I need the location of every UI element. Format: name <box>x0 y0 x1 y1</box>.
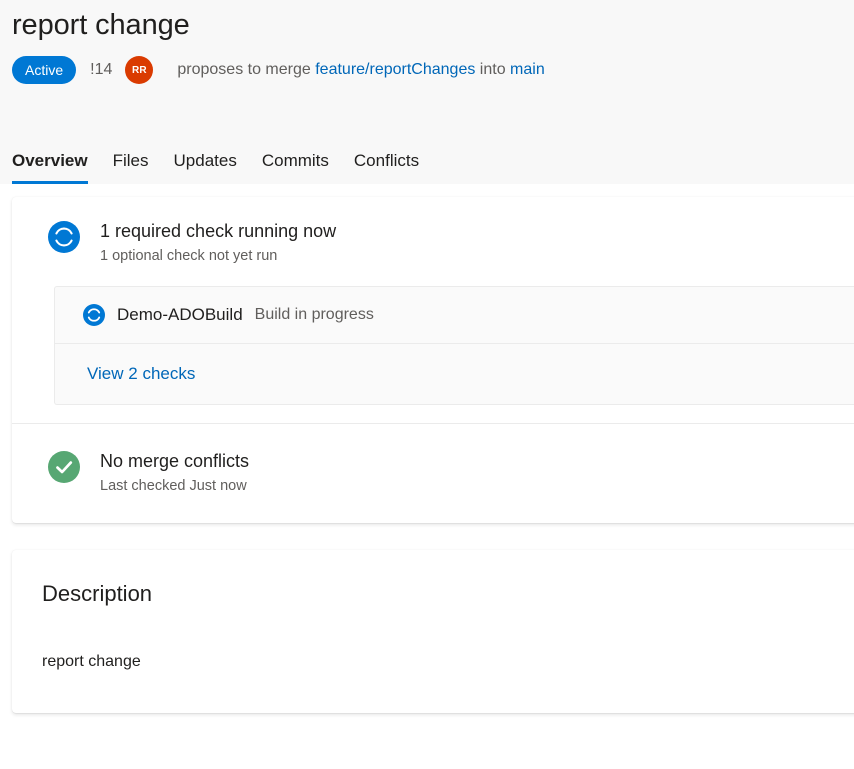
status-badge: Active <box>12 56 76 84</box>
tab-commits[interactable]: Commits <box>262 151 329 184</box>
check-name: Demo-ADOBuild <box>117 304 243 326</box>
description-heading: Description <box>12 580 854 608</box>
status-card: 1 required check running now 1 optional … <box>12 197 854 523</box>
page-title: report change <box>12 0 854 42</box>
source-branch-link[interactable]: feature/reportChanges <box>315 61 475 78</box>
pull-request-id: !14 <box>90 61 112 79</box>
check-state: Build in progress <box>255 304 374 326</box>
checks-summary-row: 1 required check running now 1 optional … <box>12 219 854 266</box>
merge-infix-text: into <box>480 61 506 78</box>
merge-conflicts-text: No merge conflicts Last checked Just now <box>100 449 249 496</box>
merge-prefix-text: proposes to merge <box>177 61 310 78</box>
checks-secondary-text: 1 optional check not yet run <box>100 246 336 266</box>
checks-section: 1 required check running now 1 optional … <box>12 197 854 423</box>
running-check-icon <box>48 221 80 253</box>
tab-updates[interactable]: Updates <box>174 151 237 184</box>
checks-footer: View 2 checks <box>55 344 854 404</box>
description-card: Description report change <box>12 550 854 713</box>
running-check-icon <box>83 304 105 326</box>
description-body: report change <box>12 608 854 673</box>
pull-request-meta: Active !14 RR proposes to merge feature/… <box>12 56 854 84</box>
pull-request-header: report change Active !14 RR proposes to … <box>0 0 854 184</box>
checks-summary-text: 1 required check running now 1 optional … <box>100 219 336 266</box>
merge-conflicts-section: No merge conflicts Last checked Just now <box>12 424 854 523</box>
merge-conflicts-row: No merge conflicts Last checked Just now <box>12 449 854 496</box>
target-branch-link[interactable]: main <box>510 61 545 78</box>
tab-conflicts[interactable]: Conflicts <box>354 151 419 184</box>
conflicts-secondary-text: Last checked Just now <box>100 476 249 496</box>
checks-primary-text: 1 required check running now <box>100 219 336 243</box>
conflicts-primary-text: No merge conflicts <box>100 449 249 473</box>
success-check-icon <box>48 451 80 483</box>
merge-description: proposes to merge feature/reportChanges … <box>177 61 544 79</box>
avatar[interactable]: RR <box>125 56 153 84</box>
view-checks-link[interactable]: View 2 checks <box>87 364 195 383</box>
page-body: 1 required check running now 1 optional … <box>0 184 854 713</box>
check-row[interactable]: Demo-ADOBuild Build in progress <box>55 287 854 344</box>
tab-files[interactable]: Files <box>113 151 149 184</box>
tab-overview[interactable]: Overview <box>12 151 88 184</box>
checks-panel: Demo-ADOBuild Build in progress View 2 c… <box>54 286 854 405</box>
pull-request-tabs: Overview Files Updates Commits Conflicts <box>12 130 419 184</box>
